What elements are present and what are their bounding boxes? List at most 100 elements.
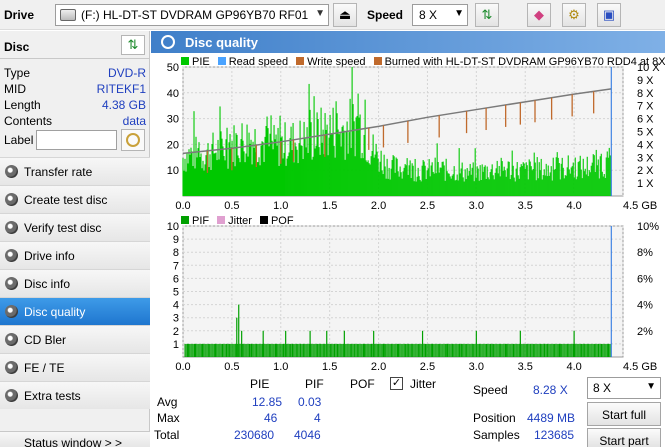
stats-panel: PIE PIF POF ✓ Jitter Avg 12.85 0.03 Max … — [151, 371, 665, 447]
x-tick-label: 1.5 — [322, 361, 337, 371]
disc-header: Disc ⇅ — [0, 31, 149, 59]
label-edit-button[interactable] — [121, 129, 145, 151]
jitter-label: Jitter — [410, 377, 437, 391]
pif-chart-svg: 0.0 0.5 1.0 1.5 2.0 2.5 3.0 3.5 4.0 4.5 GB 12345 67… — [167, 221, 659, 371]
stats-avg-pif: 0.03 — [298, 395, 322, 409]
disc-icon — [5, 389, 18, 402]
disc-icon — [5, 277, 18, 290]
y-tick-label: 40 — [167, 88, 179, 100]
nav-item-cd-bler[interactable]: CD Bler — [0, 325, 150, 353]
disc-icon — [5, 221, 18, 234]
y-tick-label: 8 — [173, 247, 179, 259]
start-part-button[interactable]: Start part — [587, 428, 661, 447]
info-value: RITEKF1 — [96, 82, 146, 96]
refresh-icon: ⇅ — [127, 37, 139, 52]
y2-tick-label: 8 X — [637, 88, 654, 100]
nav-item-create-test-disc[interactable]: Create test disc — [0, 185, 150, 213]
y2-tick-label: 3 X — [637, 152, 654, 164]
nav-item-verify-test-disc[interactable]: Verify test disc — [0, 213, 150, 241]
test-speed-select[interactable]: 8 X ▼ — [587, 377, 661, 399]
info-key: Type — [4, 66, 31, 80]
nav-item-label: FE / TE — [24, 360, 65, 375]
chevron-down-icon: ▼ — [454, 8, 464, 19]
y-tick-label: 4 — [173, 300, 179, 312]
x-tick-label: 3.5 — [518, 200, 533, 212]
page-title: Disc quality — [185, 35, 258, 50]
nav-item-disc-info[interactable]: Disc info — [0, 269, 150, 297]
status-window-button[interactable]: Status window > > — [0, 431, 150, 447]
disc-icon — [5, 333, 18, 346]
page-title-bar: Disc quality — [151, 31, 665, 53]
stats-header-pif: PIF — [305, 377, 324, 391]
speed-select[interactable]: 8 X ▼ — [412, 4, 468, 26]
y2-tick-label: 8% — [637, 247, 653, 259]
start-full-button[interactable]: Start full — [587, 402, 661, 426]
stats-avg-pie: 12.85 — [252, 395, 283, 409]
y2-tick-label: 10 X — [637, 62, 660, 74]
left-panel: Disc ⇅ Type DVD-R MID RITEKF1 Length 4.3… — [0, 31, 150, 447]
settings-button[interactable]: ⚙ — [562, 3, 586, 27]
x-tick-label: 1.5 — [322, 200, 337, 212]
nav-item-drive-info[interactable]: Drive info — [0, 241, 150, 269]
eject-button[interactable]: ⏏ — [333, 3, 357, 27]
nav-item-label: Verify test disc — [24, 220, 102, 235]
nav-item-label: Drive info — [24, 248, 75, 263]
info-value: data — [122, 114, 146, 128]
position-value: 4489 MB — [527, 411, 576, 425]
x-tick-label: 3.0 — [469, 361, 484, 371]
stats-max-pif: 4 — [314, 411, 321, 425]
speed-label: Speed — [367, 8, 404, 22]
nav-item-fe-te[interactable]: FE / TE — [0, 353, 150, 381]
nav-item-label: Transfer rate — [24, 164, 93, 179]
eraser-icon: ◆ — [534, 7, 544, 22]
info-key: Length — [4, 98, 41, 112]
x-tick-label: 2.0 — [371, 200, 386, 212]
y2-tick-label: 6 X — [637, 114, 654, 126]
y2-tick-label: 4 X — [637, 139, 654, 151]
nav-item-label: Disc info — [24, 276, 71, 291]
disc-title: Disc — [4, 40, 30, 54]
disc-icon — [5, 165, 18, 178]
y-tick-label: 5 — [173, 287, 179, 299]
nav-item-disc-quality[interactable]: Disc quality — [0, 297, 150, 325]
stats-total-pif: 4046 — [294, 428, 321, 442]
nav-item-extra-tests[interactable]: Extra tests — [0, 381, 150, 409]
stats-header-pof: POF — [350, 377, 375, 391]
info-value: DVD-R — [108, 66, 146, 80]
position-label: Position — [473, 411, 516, 425]
stats-row-label: Avg — [157, 395, 178, 409]
x-tick-label: 1.0 — [273, 200, 288, 212]
y-tick-label: 1 — [173, 339, 179, 351]
jitter-checkbox[interactable]: ✓ — [390, 377, 403, 390]
y2-tick-label: 5 X — [637, 127, 654, 139]
x-tick-label: 2.0 — [371, 361, 386, 371]
disc-refresh-button[interactable]: ⇅ — [121, 35, 145, 55]
x-tick-label: 2.5 — [420, 200, 435, 212]
test-speed-value: 8 X — [593, 381, 612, 395]
x-tick-label: 0.0 — [175, 200, 190, 212]
nav-item-label: Disc quality — [24, 304, 86, 319]
x-tick-label: 4.5 GB — [623, 200, 657, 212]
disc-icon — [126, 133, 140, 147]
refresh-speed-button[interactable]: ⇅ — [475, 3, 499, 27]
x-tick-label: 0.5 — [224, 361, 239, 371]
info-key: MID — [4, 82, 26, 96]
x-tick-label: 0.0 — [175, 361, 190, 371]
chevron-down-icon: ▼ — [315, 8, 325, 19]
speed-select-value: 8 X — [419, 8, 438, 22]
info-value: 4.38 GB — [101, 98, 146, 112]
y2-tick-label: 10% — [637, 221, 659, 233]
disc-quality-icon — [161, 35, 175, 49]
erase-button[interactable]: ◆ — [527, 3, 551, 27]
refresh-icon: ⇅ — [481, 7, 493, 22]
save-button[interactable]: ▣ — [597, 3, 621, 27]
y-tick-label: 2 — [173, 326, 179, 338]
disc-icon — [5, 361, 18, 374]
y-tick-label: 6 — [173, 273, 179, 285]
nav-item-label: CD Bler — [24, 332, 67, 347]
stats-row-label: Total — [154, 428, 180, 442]
nav-item-transfer-rate[interactable]: Transfer rate — [0, 157, 150, 185]
x-tick-label: 2.5 — [420, 361, 435, 371]
label-input[interactable] — [36, 130, 117, 150]
drive-select[interactable]: (F:) HL-DT-ST DVDRAM GP96YB70 RF01 ▼ — [55, 4, 329, 26]
